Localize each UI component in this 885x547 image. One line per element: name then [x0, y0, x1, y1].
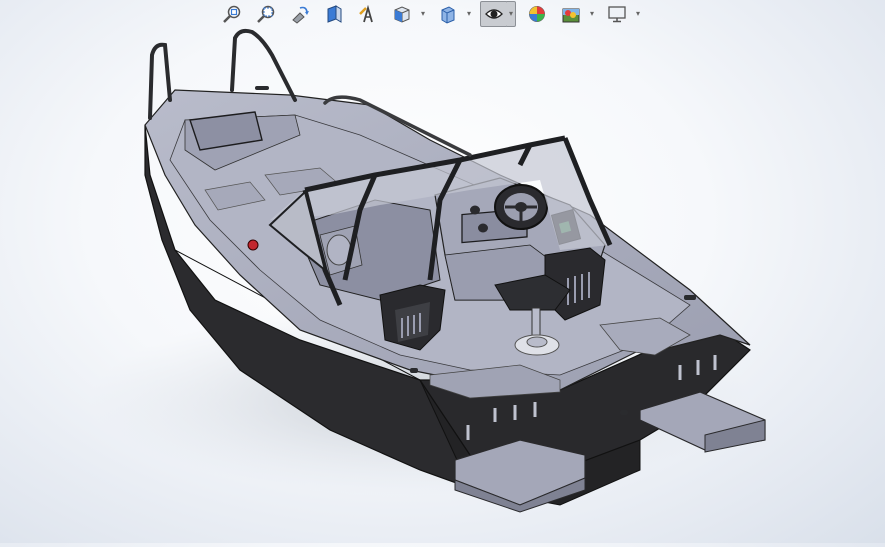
display-style-button[interactable]	[434, 1, 462, 27]
dynamic-annotation-button[interactable]	[354, 1, 382, 27]
heads-up-view-toolbar: ▾ ▾ ▾ ▾ ▾	[215, 0, 646, 27]
edit-appearance-button[interactable]	[523, 1, 551, 27]
view-settings-button[interactable]	[603, 1, 631, 27]
previous-view-button[interactable]	[286, 1, 314, 27]
view-settings-dropdown[interactable]: ▾	[634, 2, 642, 26]
view-orientation-dropdown[interactable]: ▾	[419, 2, 427, 26]
previous-view-icon	[292, 6, 309, 24]
display-style-dropdown[interactable]: ▾	[465, 2, 473, 26]
view-orientation-icon	[394, 5, 410, 23]
display-style-icon	[441, 5, 455, 24]
graphics-viewport[interactable]	[0, 27, 885, 543]
section-view-icon	[327, 4, 342, 23]
zoom-to-area-button[interactable]	[252, 1, 280, 27]
view-orientation-button[interactable]	[388, 1, 416, 27]
zoom-area-icon	[257, 5, 275, 23]
hide-show-items-dropdown[interactable]: ▾	[507, 0, 516, 27]
zoom-fit-icon	[223, 5, 241, 23]
annotation-view-icon	[359, 4, 373, 22]
zoom-to-fit-button[interactable]	[218, 1, 246, 27]
hide-show-icon	[485, 8, 503, 19]
section-view-button[interactable]	[320, 1, 348, 27]
boat-3d-model[interactable]	[0, 27, 885, 543]
view-settings-icon	[608, 5, 626, 22]
apply-scene-dropdown[interactable]: ▾	[588, 2, 596, 26]
apply-scene-button[interactable]	[557, 1, 585, 27]
edit-appearance-icon	[529, 5, 545, 22]
steering-wheel	[494, 184, 548, 230]
apply-scene-icon	[562, 8, 580, 22]
navigation-light	[247, 239, 259, 251]
hide-show-items-button[interactable]	[480, 0, 508, 27]
